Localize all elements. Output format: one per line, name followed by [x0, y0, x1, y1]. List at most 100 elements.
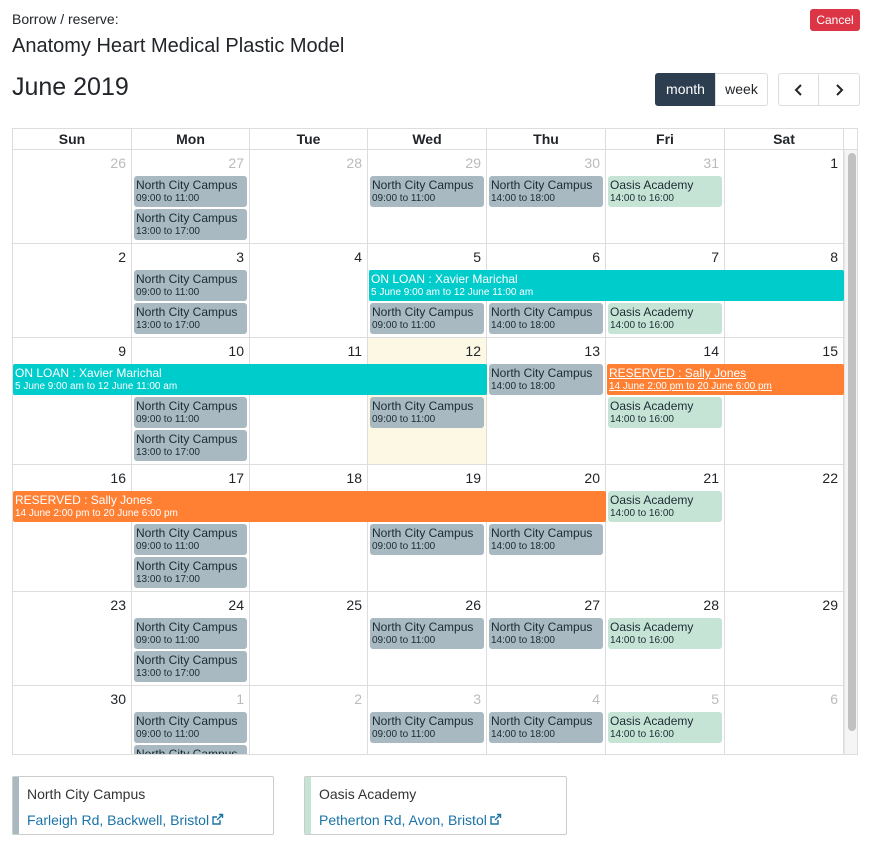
event-title: North City Campus — [136, 620, 238, 634]
day-number: 28 — [346, 155, 362, 171]
event-on-loan[interactable]: ON LOAN : Xavier Marichal 5 June 9:00 am … — [369, 270, 844, 301]
event-title: North City Campus — [491, 366, 593, 380]
event-on-loan[interactable]: ON LOAN : Xavier Marichal 5 June 9:00 am … — [13, 364, 487, 395]
event-title: North City Campus — [372, 714, 474, 728]
event-north-city[interactable]: North City Campus13:00 to 17:00 — [134, 557, 247, 588]
cancel-button[interactable]: Cancel — [810, 9, 860, 31]
event-north-city[interactable]: North City Campus 09:00 to 11:00 — [134, 712, 247, 743]
chevron-right-icon — [836, 84, 844, 96]
day-number: 15 — [822, 343, 838, 359]
month-view-button[interactable]: month — [655, 73, 716, 106]
event-north-city[interactable]: North City Campus13:00 to 17:00 — [134, 430, 247, 461]
event-title: Oasis Academy — [610, 178, 694, 192]
prev-button[interactable] — [778, 73, 819, 106]
event-title: Oasis Academy — [610, 714, 694, 728]
event-title: RESERVED : Sally Jones — [15, 493, 153, 507]
day-number: 18 — [346, 470, 362, 486]
event-title: ON LOAN : Xavier Marichal — [15, 366, 162, 380]
event-time: 14:00 to 18:00 — [491, 381, 555, 392]
day-number: 17 — [228, 470, 244, 486]
day-number: 11 — [347, 343, 362, 359]
location-card-oasis: Oasis Academy Petherton Rd, Avon, Bristo… — [304, 776, 567, 835]
event-title: North City Campus — [136, 305, 238, 319]
event-north-city[interactable]: North City Campus 14:00 to 18:00 — [489, 524, 603, 555]
week-view-button[interactable]: week — [715, 73, 768, 106]
event-time: 5 June 9:00 am to 12 June 11:00 am — [15, 381, 178, 392]
event-north-city[interactable]: North City Campus 09:00 to 11:00 — [370, 712, 484, 743]
day-number: 12 — [465, 343, 481, 359]
day-number: 21 — [703, 470, 719, 486]
location-address-link[interactable]: Petherton Rd, Avon, Bristol — [319, 812, 502, 828]
event-oasis[interactable]: Oasis Academy 14:00 to 16:00 — [608, 712, 722, 743]
day-number: 24 — [228, 597, 244, 613]
page-title: Anatomy Heart Medical Plastic Model — [12, 35, 345, 57]
event-north-city[interactable]: North City Campus 09:00 to 11:00 — [370, 176, 484, 207]
event-title: North City Campus — [136, 211, 238, 225]
event-time: 13:00 to 17:00 — [136, 574, 200, 585]
calendar-scrollbar[interactable] — [848, 153, 856, 731]
event-north-city[interactable]: North City Campus 09:00 to 11:00 — [370, 618, 484, 649]
event-title: North City Campus — [136, 399, 238, 413]
event-north-city[interactable]: North City Campus 09:00 to 11:00 — [134, 270, 247, 301]
event-title: North City Campus — [136, 653, 238, 667]
event-north-city[interactable]: North City Campus 09:00 to 11:00 — [134, 176, 247, 207]
event-title: North City Campus — [372, 399, 474, 413]
event-time: 09:00 to 11:00 — [372, 729, 436, 740]
event-reserved[interactable]: RESERVED : Sally Jones 14 June 2:00 pm to… — [607, 364, 844, 395]
event-north-city[interactable]: North City Campus 14:00 to 18:00 — [489, 364, 603, 395]
location-address-link[interactable]: Farleigh Rd, Backwell, Bristol — [27, 812, 224, 828]
event-reserved[interactable]: RESERVED : Sally Jones 14 June 2:00 pm to… — [13, 491, 606, 522]
day-header-wed: Wed — [368, 129, 487, 150]
event-time: 09:00 to 11:00 — [136, 635, 200, 646]
day-number: 1 — [830, 155, 838, 171]
event-time: 09:00 to 11:00 — [372, 541, 436, 552]
event-oasis[interactable]: Oasis Academy 14:00 to 16:00 — [608, 491, 722, 522]
day-number: 27 — [584, 597, 600, 613]
day-header-sun: Sun — [13, 129, 132, 150]
event-time: 14:00 to 18:00 — [491, 541, 555, 552]
event-title: North City Campus — [372, 178, 474, 192]
day-header-thu: Thu — [487, 129, 606, 150]
event-north-city[interactable]: North City Campus 09:00 to 11:00 — [134, 618, 247, 649]
event-oasis[interactable]: Oasis Academy 14:00 to 16:00 — [608, 618, 722, 649]
day-number: 1 — [236, 691, 244, 707]
event-title: North City Campus — [136, 747, 238, 755]
event-north-city[interactable]: North City Campus13:00 to 17:00 — [134, 303, 247, 334]
day-number: 13 — [584, 343, 600, 359]
day-number: 30 — [584, 155, 600, 171]
event-north-city[interactable]: North City Campus 14:00 to 18:00 — [489, 712, 603, 743]
event-north-city[interactable]: North City Campus 09:00 to 11:00 — [134, 524, 247, 555]
day-number: 4 — [592, 691, 600, 707]
calendar-title: June 2019 — [12, 73, 129, 101]
event-time: 14:00 to 16:00 — [610, 635, 674, 646]
event-north-city[interactable]: North City Campus13:00 to 17:00 — [134, 745, 247, 755]
event-time: 09:00 to 11:00 — [136, 414, 200, 425]
event-oasis[interactable]: Oasis Academy 14:00 to 16:00 — [608, 303, 722, 334]
event-oasis[interactable]: Oasis Academy 14:00 to 16:00 — [608, 397, 722, 428]
event-north-city[interactable]: North City Campus 09:00 to 11:00 — [370, 303, 484, 334]
event-north-city[interactable]: North City Campus 09:00 to 11:00 — [134, 397, 247, 428]
location-name: North City Campus — [27, 786, 146, 802]
event-north-city[interactable]: North City Campus 09:00 to 11:00 — [370, 397, 484, 428]
chevron-left-icon — [794, 84, 802, 96]
event-time: 09:00 to 11:00 — [372, 193, 436, 204]
event-title: North City Campus — [136, 272, 238, 286]
event-north-city[interactable]: North City Campus13:00 to 17:00 — [134, 651, 247, 682]
event-time: 14:00 to 18:00 — [491, 193, 555, 204]
day-number: 6 — [592, 249, 600, 265]
event-north-city[interactable]: North City Campus 14:00 to 18:00 — [489, 176, 603, 207]
event-north-city[interactable]: North City Campus 14:00 to 18:00 — [489, 618, 603, 649]
event-time: 09:00 to 11:00 — [136, 287, 200, 298]
day-number: 5 — [473, 249, 481, 265]
day-number: 7 — [711, 249, 719, 265]
event-north-city[interactable]: North City Campus 14:00 to 18:00 — [489, 303, 603, 334]
next-button[interactable] — [818, 73, 860, 106]
event-time: 14:00 to 16:00 — [610, 320, 674, 331]
event-time: 09:00 to 11:00 — [372, 414, 436, 425]
day-number: 2 — [354, 691, 362, 707]
event-north-city[interactable]: North City Campus13:00 to 17:00 — [134, 209, 247, 240]
event-title: North City Campus — [136, 178, 238, 192]
event-oasis[interactable]: Oasis Academy 14:00 to 16:00 — [608, 176, 722, 207]
day-number: 25 — [346, 597, 362, 613]
event-north-city[interactable]: North City Campus 09:00 to 11:00 — [370, 524, 484, 555]
